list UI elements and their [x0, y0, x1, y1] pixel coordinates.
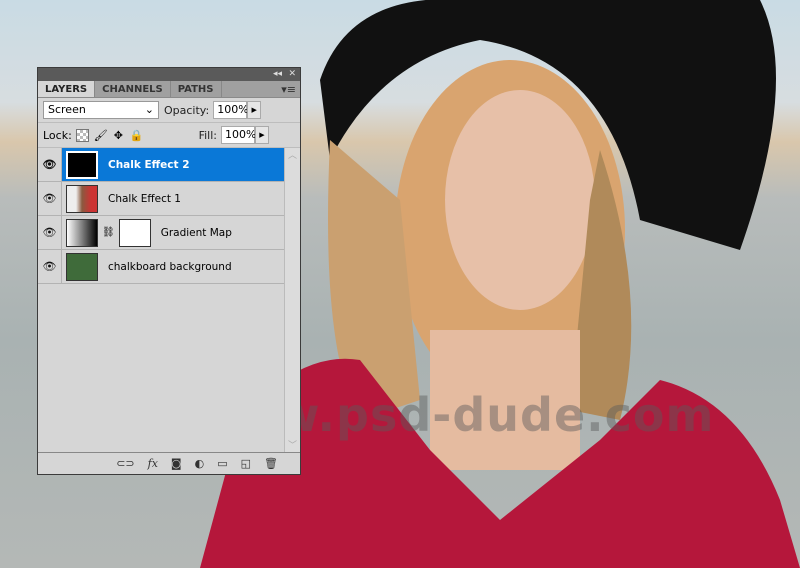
layers-list: 👁 Chalk Effect 2 👁 Chalk Effect 1 👁 ⛓ Gr… — [38, 148, 285, 284]
fill-slider-button[interactable]: ▶ — [255, 126, 269, 144]
layer-thumbnail — [66, 252, 98, 281]
layer-name: Chalk Effect 2 — [108, 158, 190, 171]
layer-name: Chalk Effect 1 — [108, 192, 181, 205]
lock-label: Lock: — [43, 128, 72, 142]
eye-icon[interactable]: 👁 — [38, 182, 62, 215]
lock-row: Lock: 🖌 ✥ 🔒 Fill: 100% ▶ — [38, 123, 300, 148]
blend-mode-value: Screen — [48, 103, 86, 116]
opacity-input[interactable]: 100% — [213, 101, 249, 119]
layer-name: chalkboard background — [108, 260, 232, 273]
add-mask-icon[interactable]: ◙ — [171, 457, 182, 470]
eye-icon[interactable]: 👁 — [38, 148, 62, 181]
fill-label: Fill: — [198, 128, 217, 142]
opacity-slider-button[interactable]: ▶ — [247, 101, 262, 119]
fill-input[interactable]: 100% — [221, 126, 256, 144]
layer-thumbnail — [66, 184, 98, 213]
panel-titlebar: ◂◂ ✕ — [38, 68, 300, 81]
layer-gradient-map[interactable]: 👁 ⛓ Gradient Map — [38, 216, 285, 250]
panel-menu-icon[interactable]: ▾≡ — [277, 81, 300, 97]
layer-thumbnail — [66, 150, 98, 179]
panel-tabs: LAYERS CHANNELS PATHS ▾≡ — [38, 81, 300, 98]
blend-mode-select[interactable]: Screen ⌄ — [43, 101, 159, 119]
chevron-down-icon: ⌄ — [144, 103, 154, 116]
layers-panel: ◂◂ ✕ LAYERS CHANNELS PATHS ▾≡ Screen ⌄ Op… — [37, 67, 301, 475]
layer-chalk-effect-2[interactable]: 👁 Chalk Effect 2 — [38, 148, 285, 182]
scroll-up-icon[interactable]: ︿ — [285, 148, 300, 161]
trash-icon[interactable]: 🗑 — [264, 457, 278, 470]
layers-scrollbar[interactable]: ︿ ﹀ — [284, 148, 300, 453]
layer-chalkboard-background[interactable]: 👁 chalkboard background — [38, 250, 285, 284]
gradient-map-icon — [66, 218, 98, 247]
tab-channels[interactable]: CHANNELS — [95, 81, 171, 97]
tab-layers[interactable]: LAYERS — [38, 81, 96, 97]
opacity-label: Opacity: — [164, 103, 210, 117]
adjustment-layer-icon[interactable]: ◐ — [195, 457, 205, 470]
tab-paths[interactable]: PATHS — [171, 81, 222, 97]
layer-chalk-effect-1[interactable]: 👁 Chalk Effect 1 — [38, 182, 285, 216]
new-group-folder-icon[interactable]: ▭ — [217, 457, 227, 470]
scroll-down-icon[interactable]: ﹀ — [285, 438, 300, 451]
layer-name: Gradient Map — [160, 226, 232, 239]
lock-transparency-icon[interactable] — [75, 128, 89, 142]
mask-link-icon[interactable]: ⛓ — [102, 227, 115, 238]
lock-pixels-brush-icon[interactable]: 🖌 — [94, 129, 108, 142]
eye-icon[interactable]: 👁 — [38, 250, 62, 283]
eye-icon[interactable]: 👁 — [38, 216, 62, 249]
new-layer-icon[interactable]: ◱ — [241, 457, 251, 470]
link-layers-icon[interactable]: ⊂⊃ — [116, 457, 134, 470]
collapse-icon[interactable]: ◂◂ — [273, 68, 282, 81]
panel-footer: ⊂⊃ fx ◙ ◐ ▭ ◱ 🗑 — [38, 452, 300, 474]
layer-mask-thumbnail[interactable] — [118, 218, 151, 247]
lock-all-icon[interactable]: 🔒 — [130, 129, 144, 142]
blend-row: Screen ⌄ Opacity: 100% ▶ — [38, 98, 300, 123]
lock-position-move-icon[interactable]: ✥ — [112, 129, 125, 142]
fx-icon[interactable]: fx — [148, 457, 158, 470]
close-icon[interactable]: ✕ — [288, 68, 296, 81]
